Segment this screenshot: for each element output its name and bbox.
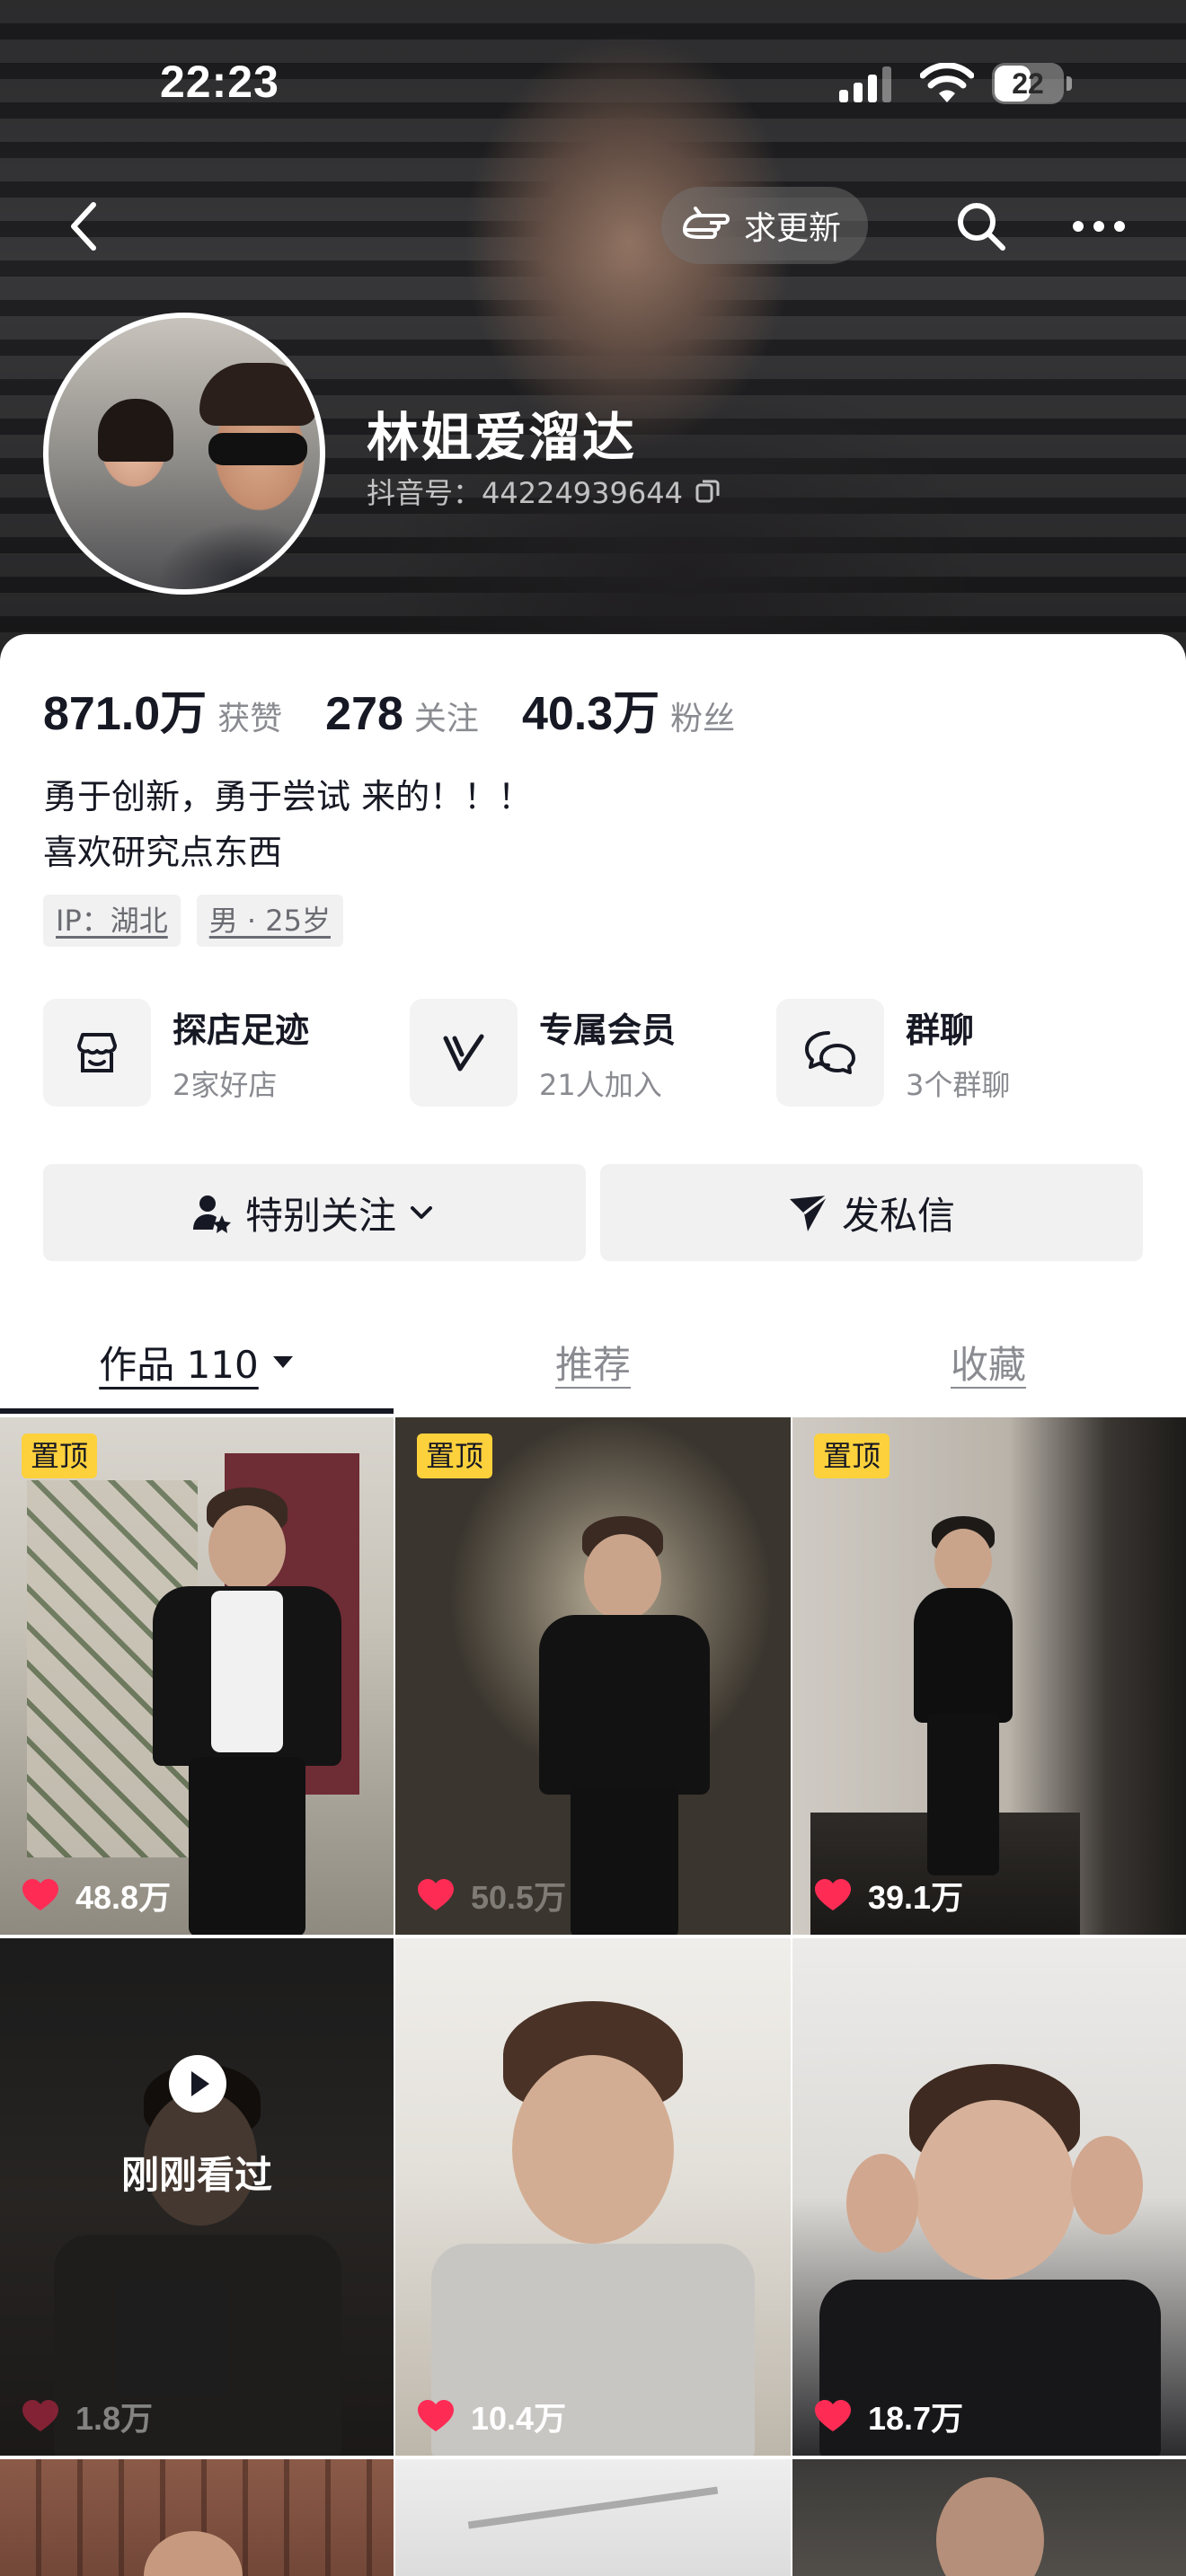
- tab-recommend[interactable]: 推荐: [395, 1308, 791, 1416]
- tab-favorites-label: 收藏: [950, 1342, 1026, 1387]
- status-bar: 22:23 22: [0, 0, 1186, 171]
- video-likes-count: 48.8万: [75, 1879, 172, 1916]
- chat-bubbles-icon: [805, 1031, 855, 1074]
- send-message-label: 发私信: [841, 1193, 955, 1238]
- video-tile[interactable]: [792, 2459, 1186, 2576]
- video-likes-count: 10.4万: [471, 2400, 567, 2437]
- profile-actions: 特别关注 发私信: [43, 1164, 1143, 1261]
- feature-shop-visits[interactable]: 探店足迹 2家好店: [43, 999, 410, 1107]
- battery-indicator: 22: [992, 63, 1073, 104]
- status-time: 22:23: [160, 57, 279, 107]
- profile-name: 林姐爱溜达: [367, 407, 637, 468]
- video-likes: 1.8万: [22, 2393, 153, 2439]
- tab-favorites[interactable]: 收藏: [791, 1308, 1186, 1416]
- request-update-button[interactable]: 求更新: [661, 187, 869, 264]
- tab-works-label: 作品 110: [99, 1342, 259, 1387]
- video-likes-count: 1.8万: [75, 2400, 154, 2437]
- pinned-badge: 置顶: [417, 1434, 493, 1478]
- feature-entries: 探店足迹 2家好店 专属会员 21人加入 群聊 3个群聊: [43, 999, 1143, 1107]
- feature-group-chat-title: 群聊: [906, 1010, 975, 1050]
- pinned-badge: 置顶: [22, 1434, 98, 1478]
- profile-tags: IP：湖北 男 · 25岁: [43, 895, 359, 947]
- member-v-icon: [443, 1034, 484, 1072]
- send-message-button[interactable]: 发私信: [600, 1164, 1143, 1261]
- profile-bio: 勇于创新，勇于尝试 来的！！！ 喜欢研究点东西: [43, 769, 532, 880]
- stat-likes-value: 871.0万: [43, 688, 208, 740]
- video-tile[interactable]: 18.7万: [792, 1938, 1186, 2456]
- tab-recommend-label: 推荐: [554, 1342, 631, 1387]
- back-chevron-icon[interactable]: [54, 190, 117, 262]
- bio-line-1: 勇于创新，勇于尝试 来的！！！: [43, 777, 533, 816]
- heart-icon: [22, 1879, 58, 1910]
- video-likes-count: 39.1万: [868, 1879, 964, 1916]
- heart-icon: [815, 1879, 851, 1910]
- feature-membership-title: 专属会员: [539, 1010, 677, 1050]
- stat-following-value: 278: [325, 688, 403, 740]
- copy-icon[interactable]: [694, 478, 721, 505]
- bio-line-2: 喜欢研究点东西: [43, 833, 283, 872]
- cellular-signal-icon: [839, 66, 891, 102]
- heart-icon: [418, 1879, 454, 1910]
- stat-followers[interactable]: 40.3万 粉丝: [522, 675, 735, 743]
- video-likes: 39.1万: [814, 1872, 963, 1919]
- stat-following[interactable]: 278 关注: [325, 687, 479, 741]
- shop-icon: [77, 1033, 117, 1072]
- chevron-down-icon: [411, 1206, 432, 1219]
- active-tab-indicator: [0, 1408, 394, 1414]
- avatar[interactable]: [43, 313, 325, 595]
- special-follow-label: 特别关注: [244, 1193, 396, 1238]
- heart-icon: [418, 2400, 454, 2431]
- video-tile[interactable]: 置顶 48.8万: [0, 1417, 394, 1935]
- feature-shop-title: 探店足迹: [173, 1010, 310, 1050]
- video-likes-count: 18.7万: [868, 2400, 964, 2437]
- play-icon: [169, 2055, 226, 2113]
- just-watched-label: 刚刚看过: [120, 2153, 272, 2197]
- video-tile[interactable]: 10.4万: [395, 1938, 791, 2456]
- douyin-id-row[interactable]: 抖音号：44224939644: [367, 471, 721, 512]
- stat-followers-value: 40.3万: [521, 688, 660, 740]
- tab-works[interactable]: 作品 110: [0, 1308, 395, 1416]
- more-options-icon[interactable]: [1067, 199, 1130, 253]
- video-grid: 置顶 48.8万 置顶 50.5万 置顶 39.1万 刚刚看过 1.8万 10.…: [0, 1417, 1186, 2576]
- feature-group-chat-subtitle: 3个群聊: [906, 1067, 1011, 1102]
- search-icon[interactable]: [952, 198, 1010, 255]
- battery-level: 22: [1012, 67, 1044, 100]
- douyin-id: 抖音号：44224939644: [367, 476, 683, 510]
- video-likes: 10.4万: [417, 2393, 566, 2439]
- feature-shop-subtitle: 2家好店: [173, 1067, 278, 1102]
- stat-likes-label: 获赞: [217, 701, 283, 737]
- stat-likes[interactable]: 871.0万 获赞: [43, 675, 282, 743]
- tag-gender-age[interactable]: 男 · 25岁: [196, 895, 343, 947]
- video-likes-count: 50.5万: [471, 1879, 567, 1916]
- video-tile[interactable]: 置顶 50.5万: [395, 1417, 791, 1935]
- stat-following-label: 关注: [413, 701, 479, 737]
- video-likes: 48.8万: [22, 1872, 171, 1919]
- request-update-label: 求更新: [744, 210, 842, 247]
- pinned-badge: 置顶: [814, 1434, 890, 1478]
- feature-group-chat[interactable]: 群聊 3个群聊: [776, 999, 1143, 1107]
- heart-icon: [22, 2400, 58, 2431]
- video-tile[interactable]: 刚刚看过 1.8万: [0, 1938, 394, 2456]
- profile-stats: 871.0万 获赞 278 关注 40.3万 粉丝: [43, 675, 778, 743]
- heart-icon: [815, 2400, 851, 2431]
- feature-membership-subtitle: 21人加入: [539, 1067, 662, 1102]
- special-follow-button[interactable]: 特别关注: [43, 1164, 586, 1261]
- stat-followers-label: 粉丝: [670, 701, 736, 737]
- feature-membership[interactable]: 专属会员 21人加入: [410, 999, 776, 1107]
- video-likes: 18.7万: [814, 2393, 963, 2439]
- tag-ip-location[interactable]: IP：湖北: [43, 895, 181, 947]
- video-tile[interactable]: [395, 2459, 791, 2576]
- video-tile[interactable]: 置顶 39.1万: [792, 1417, 1186, 1935]
- pointing-hand-icon: [683, 207, 730, 239]
- wifi-icon: [920, 63, 974, 102]
- person-star-icon: [192, 1195, 231, 1233]
- content-tabs: 作品 110 推荐 收藏: [0, 1308, 1186, 1416]
- send-paper-plane-icon: [789, 1194, 828, 1231]
- video-likes: 50.5万: [417, 1872, 566, 1919]
- caret-down-icon: [272, 1356, 293, 1368]
- video-tile[interactable]: [0, 2459, 394, 2576]
